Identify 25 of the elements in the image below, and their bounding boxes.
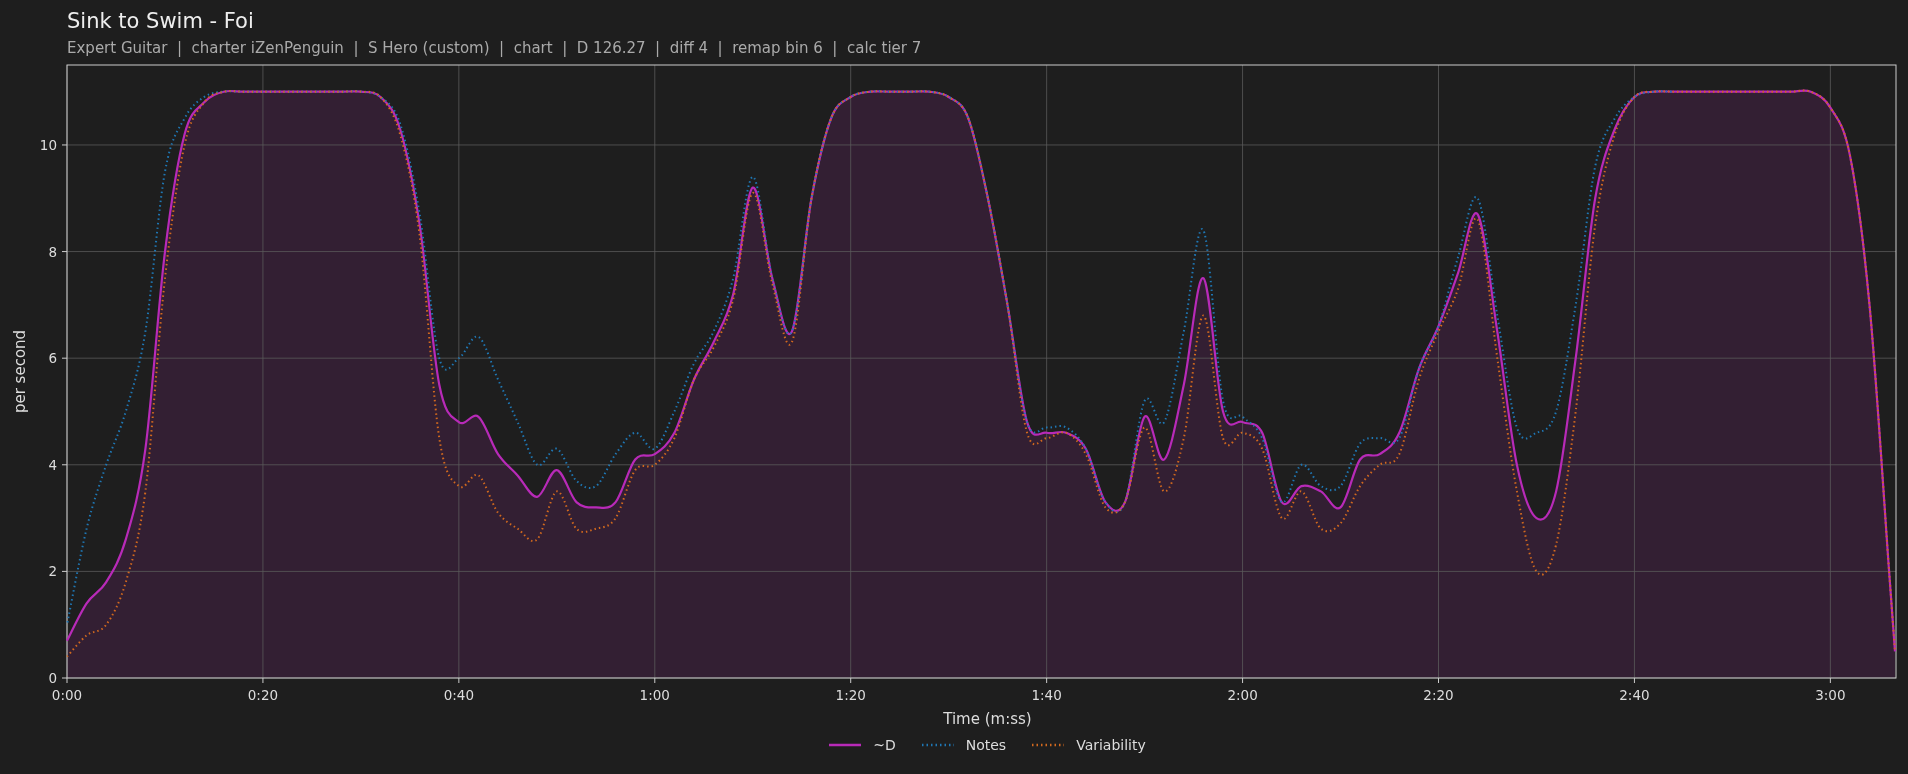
y-tick-label: 6	[48, 350, 57, 367]
chart-subtitle: Expert Guitar | charter iZenPenguin | S Hero (custom) | chart | D 126.27 | diff 4 | remap bin 6 | calc tier 7	[67, 39, 922, 57]
x-tick-label: 2:20	[1423, 687, 1454, 703]
legend-label: Notes	[965, 736, 1007, 754]
y-tick-label: 2	[48, 563, 57, 580]
x-tick-label: 0:40	[443, 687, 474, 703]
x-tick-label: 0:20	[247, 687, 279, 703]
x-tick-label: 1:20	[835, 687, 866, 703]
x-axis-label: Time (m:ss)	[943, 710, 1032, 728]
y-axis-label: per second	[11, 329, 29, 414]
y-tick-label: 4	[48, 456, 57, 473]
legend-label: ~D	[873, 736, 896, 754]
y-tick-label: 0	[48, 670, 57, 686]
x-tick-label: 2:40	[1619, 687, 1650, 703]
legend-swatch-icon	[921, 743, 954, 747]
x-tick-label: 1:40	[1031, 687, 1062, 703]
x-tick-label: 2:00	[1227, 687, 1258, 703]
x-tick-label: 0:00	[51, 687, 83, 703]
y-tick-label: 8	[48, 243, 57, 260]
legend-swatch-icon	[829, 743, 862, 747]
x-tick-label: 3:00	[1815, 687, 1846, 703]
x-tick-label: 1:00	[639, 687, 670, 703]
legend-label: Variability	[1076, 736, 1146, 754]
chart-title: Sink to Swim - Foi	[67, 8, 254, 34]
y-tick-label: 10	[39, 136, 57, 153]
